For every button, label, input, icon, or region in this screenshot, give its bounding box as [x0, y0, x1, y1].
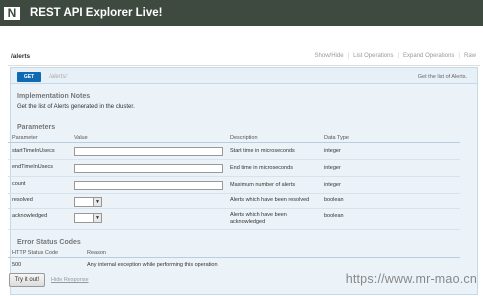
parameters-table-header: Parameter Value Description Data Type [8, 135, 460, 143]
error-code: 500 [12, 262, 22, 268]
operation-heading[interactable]: GET /alerts/ Get the list of Alerts. [11, 68, 477, 84]
operation-path[interactable]: /alerts/ [49, 74, 67, 80]
parameters-heading: Parameters [17, 124, 56, 131]
resource-links: Show/Hide | List Operations | Expand Ope… [311, 53, 480, 59]
column-header: HTTP Status Code [12, 250, 59, 256]
count-input[interactable] [74, 181, 223, 190]
table-row: resolved ▼ Alerts which have been resolv… [8, 195, 460, 209]
expand-operations-link[interactable]: Expand Operations [399, 53, 458, 59]
table-row: count Maximum number of alerts integer [8, 178, 460, 194]
app-title: REST API Explorer Live! [30, 7, 163, 19]
param-description: Alerts which have been resolved [230, 197, 310, 203]
param-name: endTimeInUsecs [12, 164, 54, 170]
table-row: startTimeInUsecs Start time in microseco… [8, 145, 460, 160]
top-bar: N REST API Explorer Live! [0, 0, 483, 26]
show-hide-link[interactable]: Show/Hide [311, 53, 348, 59]
implementation-notes-heading: Implementation Notes [17, 93, 91, 100]
param-description: Maximum number of alerts [230, 182, 296, 188]
table-row: acknowledged ▼ Alerts which have been ac… [8, 210, 460, 230]
http-verb-badge[interactable]: GET [17, 72, 41, 82]
param-description: Alerts which have been acknowledged [230, 212, 287, 225]
error-codes-heading: Error Status Codes [17, 239, 81, 246]
resource-name-link[interactable]: /alerts [11, 53, 30, 60]
table-row: 500 Any internal exception while perform… [8, 262, 460, 271]
chevron-down-icon[interactable]: ▼ [93, 198, 101, 206]
param-type: integer [324, 148, 341, 154]
param-type: boolean [324, 197, 344, 203]
start-time-input[interactable] [74, 147, 223, 156]
watermark-text: https://www.mr-mao.cn [345, 272, 477, 286]
column-header: Reason [87, 250, 106, 256]
list-operations-link[interactable]: List Operations [349, 53, 397, 59]
param-name: startTimeInUsecs [12, 148, 55, 154]
raw-link[interactable]: Raw [460, 53, 480, 59]
param-type: boolean [324, 213, 344, 219]
resource-header: /alerts Show/Hide | List Operations | Ex… [10, 52, 480, 64]
try-it-out-button[interactable]: Try it out! [9, 273, 45, 287]
column-header: Value [74, 135, 88, 141]
param-description: Start time in microseconds [230, 148, 295, 154]
param-name: resolved [12, 197, 33, 203]
resolved-select[interactable]: ▼ [74, 197, 102, 207]
operation-summary: Get the list of Alerts. [417, 74, 467, 80]
table-row: endTimeInUsecs End time in microseconds … [8, 161, 460, 177]
param-type: integer [324, 182, 341, 188]
hide-response-link[interactable]: Hide Response [51, 277, 89, 283]
column-header: Data Type [324, 135, 349, 141]
divider [8, 65, 480, 66]
error-reason: Any internal exception while performing … [87, 262, 218, 268]
implementation-notes-text: Get the list of Alerts generated in the … [17, 104, 135, 110]
acknowledged-select[interactable]: ▼ [74, 213, 102, 223]
end-time-input[interactable] [74, 164, 223, 173]
column-header: Description [230, 135, 258, 141]
column-header: Parameter [12, 135, 38, 141]
nutanix-logo-icon: N [4, 6, 20, 20]
param-name: count [12, 181, 26, 187]
param-description: End time in microseconds [230, 165, 293, 171]
chevron-down-icon[interactable]: ▼ [93, 214, 101, 222]
error-table-header: HTTP Status Code Reason [8, 250, 460, 258]
param-name: acknowledged [12, 213, 48, 219]
param-type: integer [324, 165, 341, 171]
